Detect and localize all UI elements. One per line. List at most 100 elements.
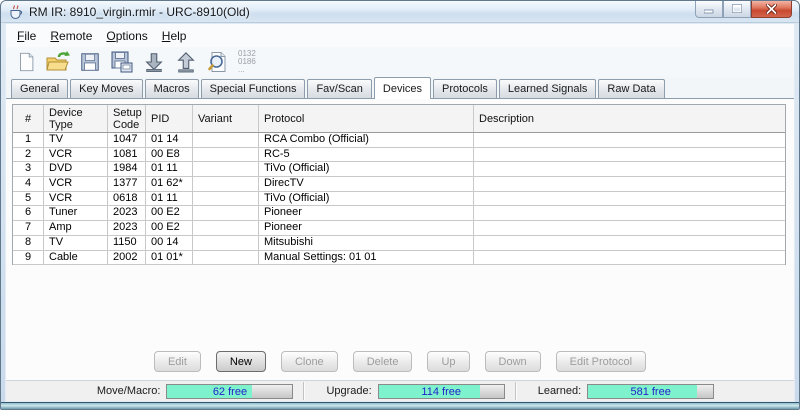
column-header-description[interactable]: Description xyxy=(474,105,785,132)
maximize-button[interactable] xyxy=(723,1,751,18)
upload-to-remote-icon xyxy=(175,50,197,74)
column-header-pid[interactable]: PID xyxy=(146,105,193,132)
download-from-remote-button[interactable] xyxy=(138,48,170,76)
column-header-variant[interactable]: Variant xyxy=(193,105,259,132)
table-cell xyxy=(474,148,785,162)
table-row[interactable]: 5VCR061801 11TiVo (Official) xyxy=(13,192,785,207)
table-cell: Manual Settings: 01 01 xyxy=(259,251,474,265)
table-cell: 01 11 xyxy=(146,162,193,176)
table-row[interactable]: 7Amp202300 E2Pioneer xyxy=(13,221,785,236)
table-cell xyxy=(474,192,785,206)
table-cell xyxy=(193,192,259,206)
menu-options[interactable]: Options xyxy=(99,26,154,46)
move-macro-progress: 62 free xyxy=(166,384,293,399)
table-cell: 2023 xyxy=(108,206,146,220)
upgrade-progress-text: 114 free xyxy=(379,385,504,398)
column-header-protocol[interactable]: Protocol xyxy=(259,105,474,132)
table-cell: 9 xyxy=(13,251,44,265)
tab-special-functions[interactable]: Special Functions xyxy=(201,79,306,98)
new-button[interactable]: New xyxy=(216,351,266,372)
tab-key-moves[interactable]: Key Moves xyxy=(70,79,142,98)
menu-help[interactable]: Help xyxy=(155,26,194,46)
title-bar[interactable]: RM IR: 8910_virgin.rmir - URC-8910(Old) xyxy=(1,1,799,23)
table-cell xyxy=(474,236,785,250)
new-file-icon xyxy=(15,50,37,74)
table-row[interactable]: 4VCR137701 62*DirecTV xyxy=(13,177,785,192)
column-header-num[interactable]: # xyxy=(13,105,44,132)
table-cell: TV xyxy=(44,133,108,147)
tab-protocols[interactable]: Protocols xyxy=(433,79,497,98)
save-as-icon xyxy=(110,50,134,74)
status-divider xyxy=(303,382,305,400)
tab-fav-scan[interactable]: Fav/Scan xyxy=(307,79,371,98)
upload-to-remote-button[interactable] xyxy=(170,48,202,76)
table-row[interactable]: 9Cable200201 01*Manual Settings: 01 01 xyxy=(13,251,785,266)
close-button[interactable] xyxy=(751,1,792,18)
code-summary-text: 01320186... xyxy=(238,50,256,74)
table-cell xyxy=(474,177,785,191)
table-cell: 00 14 xyxy=(146,236,193,250)
table-row[interactable]: 8TV115000 14Mitsubishi xyxy=(13,236,785,251)
edit-protocol-button[interactable]: Edit Protocol xyxy=(556,351,646,372)
table-row[interactable]: 6Tuner202300 E2Pioneer xyxy=(13,206,785,221)
upgrade-progress: 114 free xyxy=(378,384,505,399)
table-cell xyxy=(193,236,259,250)
tab-devices[interactable]: Devices xyxy=(374,77,431,99)
table-cell: 1047 xyxy=(108,133,146,147)
table-cell: TiVo (Official) xyxy=(259,162,474,176)
table-cell xyxy=(474,251,785,265)
tab-macros[interactable]: Macros xyxy=(145,79,199,98)
table-cell: VCR xyxy=(44,177,108,191)
app-window: RM IR: 8910_virgin.rmir - URC-8910(Old) xyxy=(0,0,800,410)
table-row[interactable]: 1TV104701 14RCA Combo (Official) xyxy=(13,133,785,148)
table-cell: Amp xyxy=(44,221,108,235)
table-row[interactable]: 3DVD198401 11 TiVo (Official) xyxy=(13,162,785,177)
open-file-button[interactable] xyxy=(42,48,74,76)
up-button[interactable]: Up xyxy=(427,351,469,372)
devices-panel: #Device TypeSetup CodePIDVariantProtocol… xyxy=(6,99,794,380)
close-icon xyxy=(766,4,777,14)
table-cell: RCA Combo (Official) xyxy=(259,133,474,147)
table-cell: 3 xyxy=(13,162,44,176)
new-file-button[interactable] xyxy=(10,48,42,76)
learned-label: Learned: xyxy=(538,385,581,397)
table-cell: Cable xyxy=(44,251,108,265)
table-cell xyxy=(193,206,259,220)
open-file-icon xyxy=(45,50,71,74)
save-as-button[interactable] xyxy=(106,48,138,76)
table-cell: VCR xyxy=(44,192,108,206)
table-cell: 01 14 xyxy=(146,133,193,147)
table-cell: Pioneer xyxy=(259,221,474,235)
save-icon xyxy=(79,50,101,74)
column-header-device-type[interactable]: Device Type xyxy=(44,105,108,132)
table-cell: 4 xyxy=(13,177,44,191)
table-header-row: #Device TypeSetup CodePIDVariantProtocol… xyxy=(13,105,785,133)
table-cell: 7 xyxy=(13,221,44,235)
table-cell xyxy=(474,206,785,220)
table-cell: 8 xyxy=(13,236,44,250)
tab-learned-signals[interactable]: Learned Signals xyxy=(499,79,597,98)
tab-raw-data[interactable]: Raw Data xyxy=(598,79,664,98)
table-cell: 00 E2 xyxy=(146,206,193,220)
code-summary-button[interactable] xyxy=(202,48,234,76)
clone-button[interactable]: Clone xyxy=(281,351,338,372)
table-cell: 1377 xyxy=(108,177,146,191)
down-button[interactable]: Down xyxy=(485,351,541,372)
table-cell: 1150 xyxy=(108,236,146,250)
menu-remote[interactable]: Remote xyxy=(43,26,99,46)
table-cell: 1984 xyxy=(108,162,146,176)
table-row[interactable]: 2VCR108100 E8RC-5 xyxy=(13,148,785,163)
tab-general[interactable]: General xyxy=(11,79,68,98)
save-button[interactable] xyxy=(74,48,106,76)
table-cell: 0618 xyxy=(108,192,146,206)
table-cell: 01 62* xyxy=(146,177,193,191)
menu-file[interactable]: File xyxy=(10,26,43,46)
delete-button[interactable]: Delete xyxy=(353,351,413,372)
window-body: FileRemoteOptionsHelp xyxy=(5,24,795,402)
column-header-setup-code[interactable]: Setup Code xyxy=(108,105,146,132)
minimize-button[interactable] xyxy=(695,1,723,18)
edit-button[interactable]: Edit xyxy=(154,351,201,372)
table-cell: DVD xyxy=(44,162,108,176)
devices-table: #Device TypeSetup CodePIDVariantProtocol… xyxy=(12,104,786,265)
download-from-remote-icon xyxy=(143,50,165,74)
